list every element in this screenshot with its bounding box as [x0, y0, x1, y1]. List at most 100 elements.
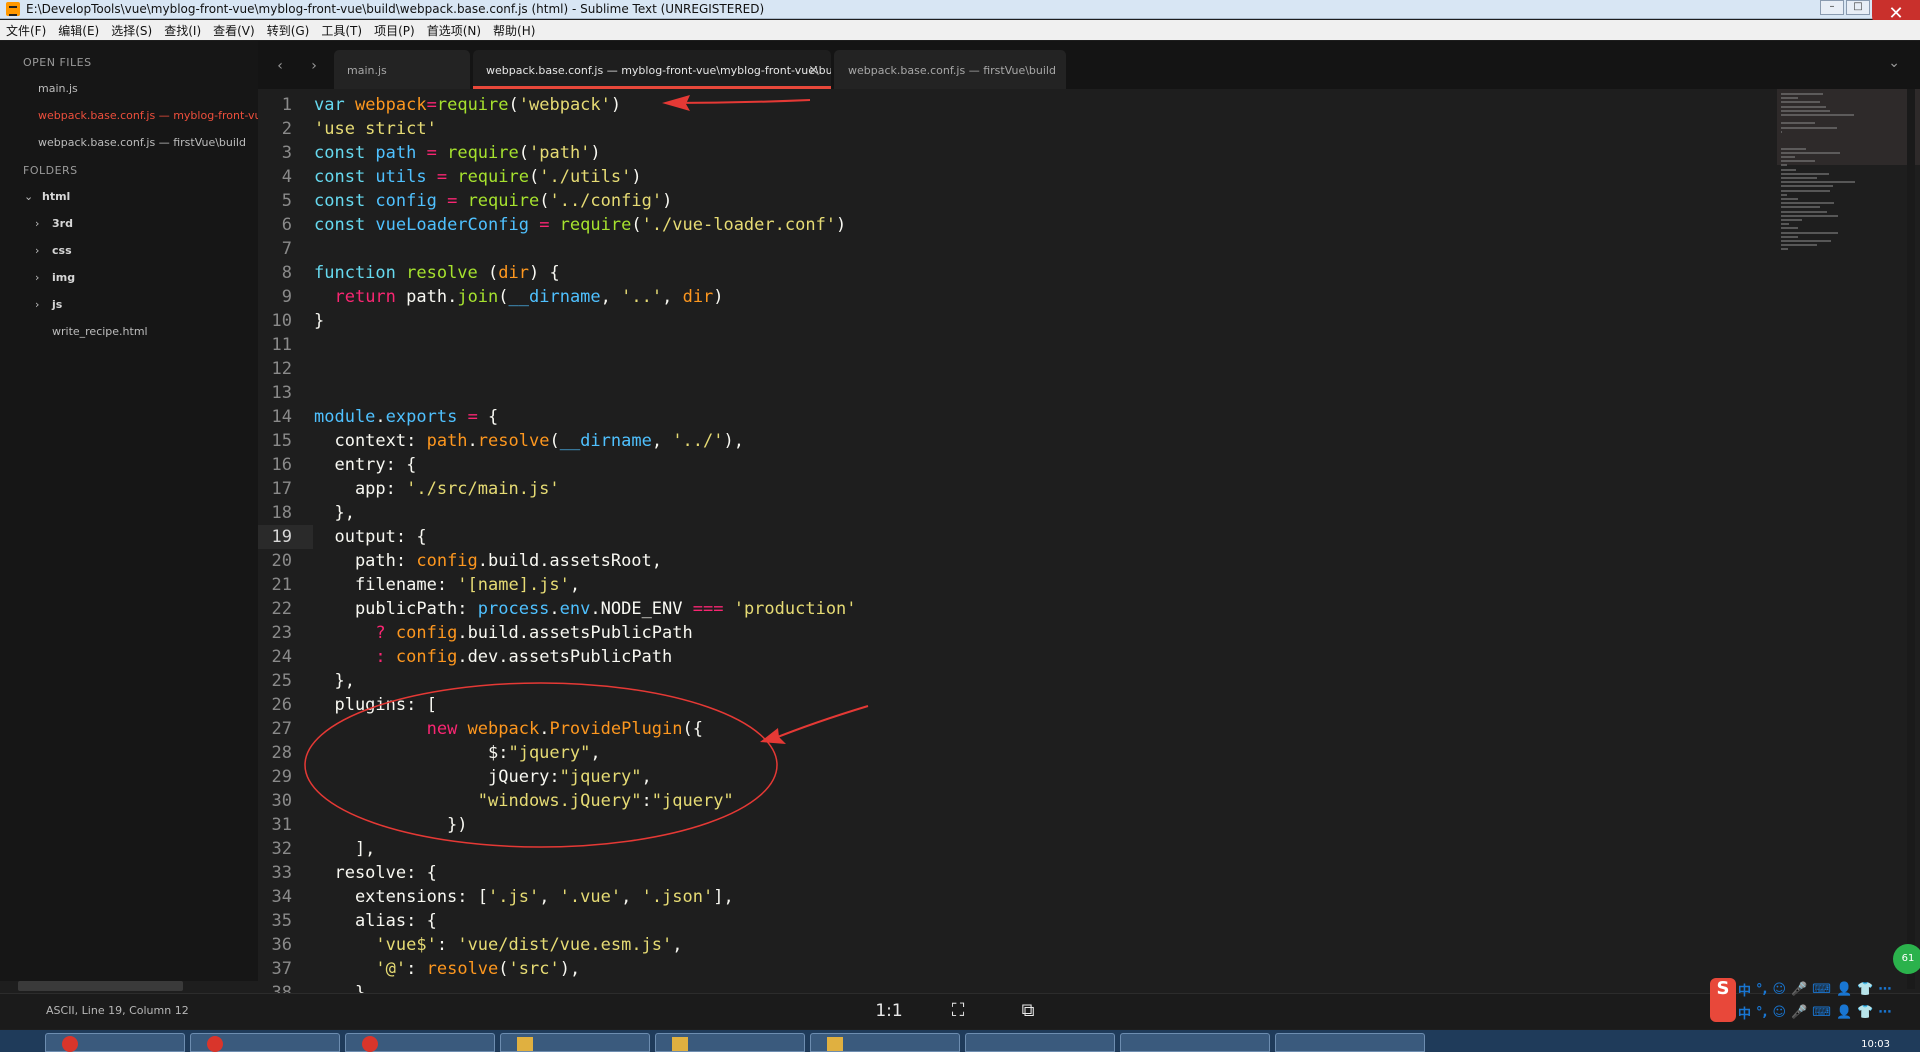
editor-scrollbar[interactable]	[1907, 89, 1915, 989]
menu-item[interactable]: 首选项(N)	[427, 22, 481, 39]
code-line[interactable]: entry: {	[314, 453, 416, 477]
code-line[interactable]: var webpack=require('webpack')	[314, 93, 621, 117]
ime-toolbar[interactable]: S 中 °, ☺ 🎤 ⌨ 👤 👕 ⋯ 中 °, ☺ 🎤 ⌨ 👤 👕 ⋯	[1708, 976, 1920, 1026]
menu-item[interactable]: 工具(T)	[321, 22, 362, 39]
code-line[interactable]: resolve: {	[314, 861, 436, 885]
folder-3rd[interactable]: 3rd	[52, 217, 73, 230]
code-area[interactable]: var webpack=require('webpack')'use stric…	[314, 89, 1614, 993]
code-line[interactable]: module.exports = {	[314, 405, 498, 429]
ime-tool-icon[interactable]: 👕	[1857, 982, 1873, 997]
ime-tool-icon[interactable]: ☺	[1772, 982, 1786, 997]
tab-close-icon[interactable]: ×	[808, 63, 819, 78]
taskbar-app[interactable]	[500, 1033, 650, 1052]
code-line[interactable]: app: './src/main.js'	[314, 477, 560, 501]
code-line[interactable]: jQuery:"jquery",	[314, 765, 652, 789]
taskbar-app[interactable]	[1275, 1033, 1425, 1052]
open-file-item[interactable]: main.js	[38, 82, 258, 95]
chevron-right-icon[interactable]: ›	[35, 217, 39, 230]
code-line[interactable]: plugins: [	[314, 693, 436, 717]
code-line[interactable]: return path.join(__dirname, '..', dir)	[314, 285, 723, 309]
code-line[interactable]: extensions: ['.js', '.vue', '.json'],	[314, 885, 734, 909]
ime-tool-icon[interactable]: 👤	[1836, 1005, 1852, 1020]
taskbar-app[interactable]	[655, 1033, 805, 1052]
code-line[interactable]: },	[314, 501, 354, 525]
menu-item[interactable]: 编辑(E)	[58, 22, 99, 39]
ime-tool-icon[interactable]: °,	[1756, 982, 1767, 997]
code-line[interactable]: const utils = require('./utils')	[314, 165, 642, 189]
sidebar-scrollbar[interactable]	[18, 981, 183, 991]
ime-tool-icon[interactable]: ⋯	[1878, 982, 1891, 997]
window-mode-icon[interactable]: ⧉	[1012, 998, 1044, 1024]
code-line[interactable]: 'vue$': 'vue/dist/vue.esm.js',	[314, 933, 682, 957]
ime-tool-icon[interactable]: ⌨	[1812, 1005, 1831, 1020]
code-line[interactable]: context: path.resolve(__dirname, '../'),	[314, 429, 744, 453]
taskbar-app[interactable]	[45, 1033, 185, 1052]
menu-item[interactable]: 选择(S)	[111, 22, 152, 39]
taskbar-app[interactable]	[965, 1033, 1115, 1052]
code-line[interactable]: ],	[314, 837, 375, 861]
folder-css[interactable]: css	[52, 244, 72, 257]
taskbar-app[interactable]	[1120, 1033, 1270, 1052]
folder-img[interactable]: img	[52, 271, 75, 284]
ime-tool-icon[interactable]: 👕	[1857, 1005, 1873, 1020]
menu-item[interactable]: 帮助(H)	[493, 22, 535, 39]
code-line[interactable]: new webpack.ProvidePlugin({	[314, 717, 703, 741]
minimap[interactable]	[1777, 89, 1920, 269]
chevron-right-icon[interactable]: ›	[35, 298, 39, 311]
ime-tool-icon[interactable]: 中	[1738, 1003, 1751, 1022]
ime-tool-icon[interactable]: ⋯	[1878, 1005, 1891, 1020]
file-write-recipe[interactable]: write_recipe.html	[52, 325, 272, 338]
maximize-button[interactable]: □	[1846, 0, 1870, 15]
fit-screen-icon[interactable]: ⛶	[942, 998, 974, 1024]
ime-tool-icon[interactable]: °,	[1756, 1005, 1767, 1020]
code-line[interactable]: const config = require('../config')	[314, 189, 672, 213]
code-line[interactable]: alias: {	[314, 909, 437, 933]
code-line[interactable]: '@': resolve('src'),	[314, 957, 580, 981]
code-editor[interactable]: 1 2 3 4 5 6 7 8 9 10 11 12 13 14 15 16 17 18 19 20 21 22 23 24 2…	[258, 89, 1920, 993]
menu-item[interactable]: 查找(I)	[164, 22, 201, 39]
minimize-button[interactable]: –	[1820, 0, 1844, 15]
menu-item[interactable]: 文件(F)	[6, 22, 46, 39]
open-file-item-active[interactable]: webpack.base.conf.js — myblog-front-vue\…	[38, 109, 258, 122]
tab-prev-button[interactable]: ‹	[266, 54, 294, 78]
ime-tool-icon[interactable]: ☺	[1772, 1005, 1786, 1020]
code-line[interactable]: }	[314, 981, 365, 993]
chevron-right-icon[interactable]: ›	[35, 244, 39, 257]
tab-webpack-base-conf-active[interactable]: webpack.base.conf.js — myblog-front-vue\…	[473, 50, 831, 89]
ime-tool-icon[interactable]: 中	[1738, 980, 1751, 999]
menu-item[interactable]: 查看(V)	[213, 22, 255, 39]
code-line[interactable]: publicPath: process.env.NODE_ENV === 'pr…	[314, 597, 857, 621]
taskbar-app[interactable]	[190, 1033, 340, 1052]
code-line[interactable]: path: config.build.assetsRoot,	[314, 549, 662, 573]
ime-tool-icon[interactable]: ⌨	[1812, 982, 1831, 997]
code-line[interactable]: ? config.build.assetsPublicPath	[314, 621, 692, 645]
menu-item[interactable]: 转到(G)	[267, 22, 310, 39]
ime-tool-icon[interactable]: 🎤	[1791, 1005, 1807, 1020]
code-line[interactable]: function resolve (dir) {	[314, 261, 560, 285]
ime-tool-icon[interactable]: 🎤	[1791, 982, 1807, 997]
tab-overflow-menu-icon[interactable]: ⌄	[1888, 55, 1900, 71]
code-line[interactable]: : config.dev.assetsPublicPath	[314, 645, 672, 669]
code-line[interactable]: const vueLoaderConfig = require('./vue-l…	[314, 213, 846, 237]
code-line[interactable]: },	[314, 669, 354, 693]
ime-status-badge[interactable]: 61	[1893, 944, 1920, 974]
tab-webpack-base-conf-firstvue[interactable]: webpack.base.conf.js — firstVue\build	[834, 50, 1066, 89]
code-line[interactable]: filename: '[name].js',	[314, 573, 580, 597]
folder-html[interactable]: html	[42, 190, 70, 203]
code-line[interactable]: }	[314, 309, 324, 333]
code-line[interactable]: 'use strict'	[314, 117, 437, 141]
menu-item[interactable]: 项目(P)	[374, 22, 415, 39]
code-line[interactable]: "windows.jQuery":"jquery"	[314, 789, 734, 813]
code-line[interactable]: $:"jquery",	[314, 741, 601, 765]
taskbar-app[interactable]	[810, 1033, 960, 1052]
code-line[interactable]: const path = require('path')	[314, 141, 601, 165]
open-file-item[interactable]: webpack.base.conf.js — firstVue\build	[38, 136, 258, 149]
code-line[interactable]: })	[314, 813, 467, 837]
code-line[interactable]: output: {	[314, 525, 426, 549]
tab-next-button[interactable]: ›	[300, 54, 328, 78]
tab-main-js[interactable]: main.js	[334, 50, 470, 89]
chevron-down-icon[interactable]: ⌄	[24, 190, 33, 203]
taskbar-app[interactable]	[345, 1033, 495, 1052]
ime-tool-icon[interactable]: 👤	[1836, 982, 1852, 997]
actual-size-button[interactable]: 1:1	[873, 998, 905, 1024]
